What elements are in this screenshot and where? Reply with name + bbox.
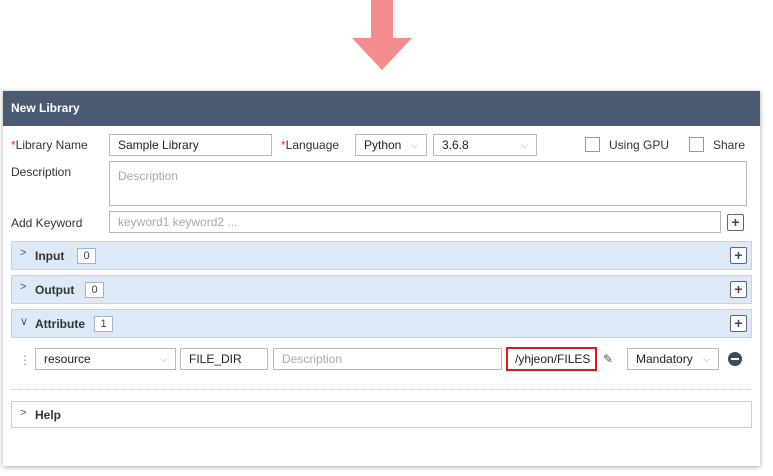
attribute-count-badge: 1	[94, 316, 113, 332]
add-keyword-label: Add Keyword	[11, 216, 83, 230]
help-section-header[interactable]: > Help	[11, 401, 752, 428]
using-gpu-label: Using GPU	[609, 138, 670, 152]
add-input-button[interactable]: +	[730, 247, 747, 264]
attribute-description-input[interactable]: Description	[273, 348, 502, 370]
attribute-value-input[interactable]: /yhjeon/FILES	[506, 347, 597, 371]
chevron-right-icon: >	[20, 247, 27, 259]
attribute-type-select[interactable]: resource ⌵	[35, 348, 176, 370]
input-section-label: Input	[35, 249, 65, 263]
add-output-button[interactable]: +	[730, 281, 747, 298]
chevron-down-icon: ⌵	[521, 140, 528, 150]
library-name-label: *Library Name	[11, 138, 88, 152]
new-library-dialog: New Library *Library Name Sample Library…	[3, 91, 760, 466]
remove-attribute-icon[interactable]	[728, 352, 742, 366]
chevron-down-icon: ⌵	[703, 354, 710, 364]
version-value: 3.6.8	[442, 138, 469, 152]
description-label: Description	[11, 165, 72, 179]
requirement-value: Mandatory	[636, 352, 693, 366]
output-count-badge: 0	[85, 282, 104, 298]
pointer-arrow-icon	[352, 0, 412, 70]
input-count-badge: 0	[77, 248, 96, 264]
keyword-input[interactable]: keyword1 keyword2 ...	[109, 211, 721, 233]
output-section-label: Output	[35, 283, 75, 297]
chevron-down-icon: ⌵	[160, 354, 167, 364]
version-select[interactable]: 3.6.8 ⌵	[433, 134, 537, 156]
output-section-header[interactable]: > Output 0 +	[11, 275, 752, 304]
requirement-select[interactable]: Mandatory ⌵	[627, 348, 719, 370]
library-name-input[interactable]: Sample Library	[109, 134, 272, 156]
language-value: Python	[364, 138, 402, 152]
chevron-down-icon: ⌵	[411, 140, 418, 150]
attribute-section-label: Attribute	[35, 317, 85, 331]
chevron-right-icon: >	[20, 281, 27, 293]
add-attribute-button[interactable]: +	[730, 315, 747, 332]
attribute-key-input[interactable]: FILE_DIR	[180, 348, 268, 370]
share-label: Share	[713, 138, 746, 152]
using-gpu-checkbox[interactable]	[585, 137, 600, 152]
divider	[11, 389, 752, 390]
attribute-type-value: resource	[44, 352, 91, 366]
dialog-title: New Library	[3, 91, 760, 126]
chevron-down-icon: ∨	[20, 316, 29, 328]
input-section-header[interactable]: > Input 0 +	[11, 241, 752, 270]
language-label: *Language	[281, 138, 340, 152]
help-section-label: Help	[35, 408, 62, 422]
chevron-right-icon: >	[20, 407, 27, 419]
attribute-section-header[interactable]: ∨ Attribute 1 +	[11, 309, 752, 338]
language-select[interactable]: Python ⌵	[355, 134, 427, 156]
description-textarea[interactable]: Description	[109, 161, 747, 206]
add-keyword-button[interactable]: +	[727, 214, 744, 231]
share-checkbox[interactable]	[689, 137, 704, 152]
edit-icon[interactable]: ✎	[597, 348, 619, 370]
